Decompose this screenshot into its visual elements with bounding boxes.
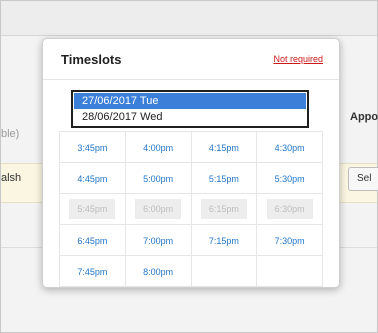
timeslot-button[interactable]: 4:00pm	[143, 143, 173, 153]
background-column-header: Appo	[350, 111, 378, 123]
background-label-2: alsh	[1, 172, 22, 184]
timeslot-cell: 4:15pm	[190, 131, 258, 163]
timeslot-cell: 8:00pm	[124, 255, 192, 287]
timeslot-row: 6:45pm 7:00pm 7:15pm 7:30pm	[59, 224, 323, 256]
timeslot-cell: 7:15pm	[190, 224, 258, 256]
timeslot-cell: 4:30pm	[256, 131, 323, 163]
timeslot-disabled: 6:15pm	[200, 199, 247, 219]
background-label-1: ble)	[1, 128, 20, 140]
date-option[interactable]: 28/06/2017 Wed	[74, 109, 306, 125]
timeslot-cell: 5:15pm	[190, 162, 258, 194]
timeslot-cell: 7:45pm	[59, 255, 126, 287]
timeslot-disabled: 6:30pm	[266, 199, 313, 219]
timeslot-button[interactable]: 4:45pm	[77, 174, 107, 184]
timeslot-row: 5:45pm 6:00pm 6:15pm 6:30pm	[59, 193, 323, 225]
top-bar	[1, 1, 377, 36]
timeslot-button[interactable]: 3:45pm	[77, 143, 107, 153]
timeslot-cell: 5:45pm	[59, 193, 126, 225]
timeslot-button[interactable]: 7:15pm	[209, 236, 239, 246]
timeslot-button[interactable]: 5:30pm	[275, 174, 305, 184]
timeslots-popup: Timeslots Not required 27/06/2017 Tue 28…	[42, 38, 340, 288]
timeslot-cell: 7:00pm	[124, 224, 192, 256]
timeslot-disabled: 6:00pm	[135, 199, 182, 219]
not-required-link[interactable]: Not required	[273, 54, 323, 64]
popup-header: Timeslots Not required	[43, 39, 339, 80]
timeslot-button[interactable]: 7:00pm	[143, 236, 173, 246]
timeslot-button[interactable]: 5:15pm	[209, 174, 239, 184]
timeslot-cell: 5:00pm	[124, 162, 192, 194]
timeslot-button[interactable]: 8:00pm	[143, 267, 173, 277]
timeslot-cell: 6:15pm	[190, 193, 258, 225]
popup-title: Timeslots	[61, 52, 122, 67]
timeslot-row: 7:45pm 8:00pm	[59, 255, 323, 287]
timeslot-button[interactable]: 5:00pm	[143, 174, 173, 184]
timeslot-cell: 3:45pm	[59, 131, 126, 163]
timeslot-button[interactable]: 4:30pm	[275, 143, 305, 153]
timeslot-cell: 6:30pm	[256, 193, 323, 225]
timeslot-cell: 6:00pm	[124, 193, 192, 225]
select-button[interactable]: Sel	[348, 167, 378, 191]
timeslot-cell-empty	[190, 255, 258, 287]
timeslot-disabled: 5:45pm	[69, 199, 116, 219]
timeslot-button[interactable]: 6:45pm	[77, 236, 107, 246]
timeslot-button[interactable]: 7:30pm	[275, 236, 305, 246]
timeslot-row: 4:45pm 5:00pm 5:15pm 5:30pm	[59, 162, 323, 194]
timeslot-cell: 6:45pm	[59, 224, 126, 256]
date-listbox[interactable]: 27/06/2017 Tue 28/06/2017 Wed	[71, 90, 309, 128]
timeslot-cell: 4:00pm	[124, 131, 192, 163]
timeslot-cell: 4:45pm	[59, 162, 126, 194]
timeslot-grid: 3:45pm 4:00pm 4:15pm 4:30pm 4:45pm 5:00p…	[59, 131, 323, 287]
date-option[interactable]: 27/06/2017 Tue	[74, 93, 306, 109]
timeslot-cell: 5:30pm	[256, 162, 323, 194]
timeslot-cell-empty	[256, 255, 323, 287]
timeslot-cell: 7:30pm	[256, 224, 323, 256]
timeslot-row: 3:45pm 4:00pm 4:15pm 4:30pm	[59, 131, 323, 163]
timeslot-button[interactable]: 4:15pm	[209, 143, 239, 153]
timeslot-button[interactable]: 7:45pm	[77, 267, 107, 277]
